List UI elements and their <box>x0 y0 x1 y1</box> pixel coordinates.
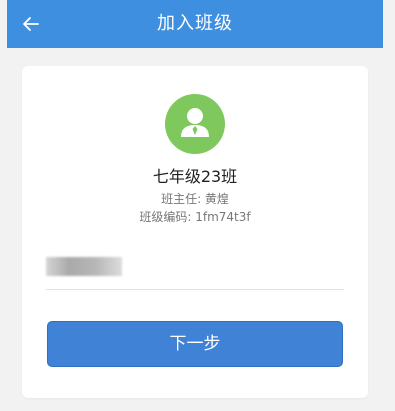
user-tie-icon <box>181 108 209 137</box>
class-name: 七年级23班 <box>152 167 238 186</box>
page-title: 加入班级 <box>157 13 233 34</box>
class-avatar <box>165 94 225 154</box>
name-input-field[interactable] <box>46 257 122 276</box>
next-step-button[interactable]: 下一步 <box>47 321 343 367</box>
join-class-page: 加入班级 七年级23班 班主任: 黄煌 班级编码: 1fm74t3f 下一步 <box>0 0 395 411</box>
head-teacher: 班主任: 黄煌 <box>161 192 229 206</box>
input-underline <box>46 289 344 290</box>
class-code: 班级编码: 1fm74t3f <box>139 210 251 224</box>
class-info-card: 七年级23班 班主任: 黄煌 班级编码: 1fm74t3f 下一步 <box>22 66 368 398</box>
app-header: 加入班级 <box>7 0 383 48</box>
